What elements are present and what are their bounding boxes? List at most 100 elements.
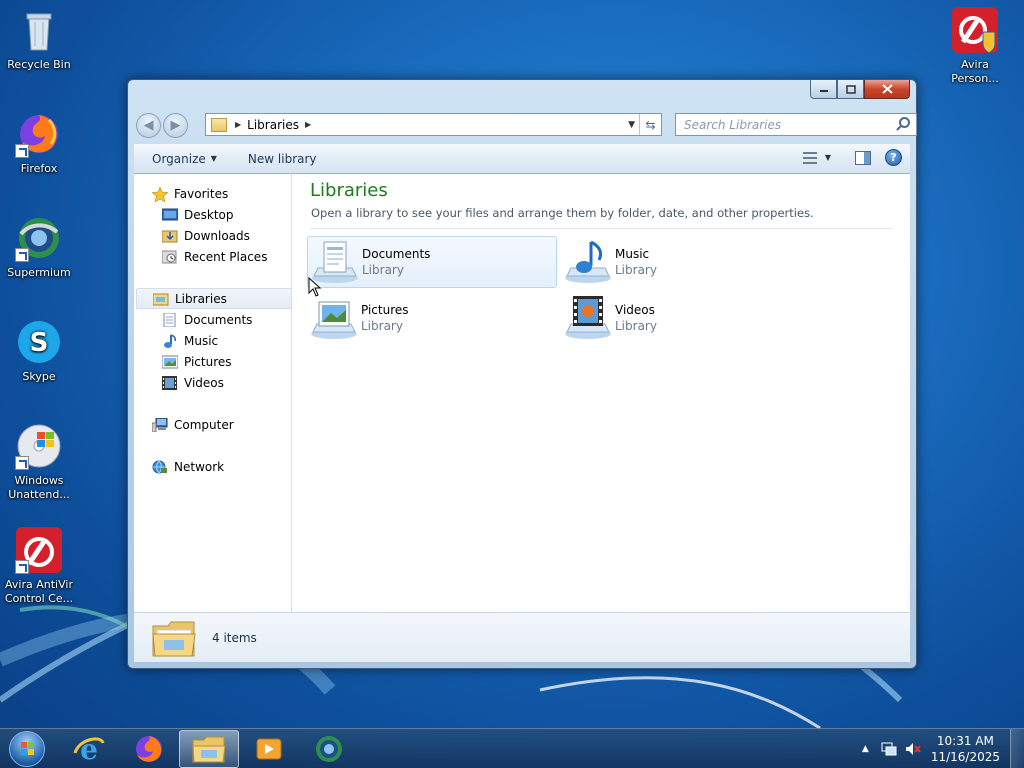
nav-label: Network xyxy=(174,459,225,474)
change-view-button[interactable]: ▼ xyxy=(802,151,831,165)
page-subtitle: Open a library to see your files and arr… xyxy=(311,206,814,220)
desktop-icon-label: Firefox xyxy=(20,162,58,175)
content-pane: Libraries Open a library to see your fil… xyxy=(292,174,910,612)
breadcrumb-arrow-icon[interactable]: ▶ xyxy=(305,120,311,129)
desktop-icon-firefox[interactable]: Firefox xyxy=(1,110,77,176)
search-placeholder: Search Libraries xyxy=(684,117,782,132)
breadcrumb-libraries[interactable]: Libraries xyxy=(247,118,299,132)
library-tile-music[interactable]: Music Library xyxy=(561,236,811,288)
chevron-down-icon: ▼ xyxy=(210,154,217,163)
show-desktop-button[interactable] xyxy=(1010,729,1024,768)
desktop-icon-label: Skype xyxy=(22,370,56,383)
tile-type: Library xyxy=(362,263,404,277)
navigation-pane: Favorites Desktop Downloads Recent Place… xyxy=(134,174,292,612)
documents-icon xyxy=(162,312,178,327)
tile-type: Library xyxy=(615,319,657,333)
nav-label: Computer xyxy=(174,417,234,432)
taskbar-windows-explorer[interactable] xyxy=(179,729,239,768)
desktop-icon-supermium[interactable]: Supermium xyxy=(1,214,77,280)
organize-button[interactable]: Organize ▼ xyxy=(134,152,232,166)
svg-text:S: S xyxy=(30,328,49,358)
videos-icon xyxy=(162,375,178,390)
desktop-icon-label: Avira AntiVir Control Ce... xyxy=(4,578,74,605)
chevron-down-icon: ▼ xyxy=(824,153,831,162)
close-button[interactable] xyxy=(864,80,910,99)
minimize-button[interactable] xyxy=(810,80,837,99)
back-button[interactable]: ◀ xyxy=(136,112,161,138)
refresh-button[interactable]: ⇆ xyxy=(639,114,661,135)
command-bar: Organize ▼ New library ▼ ? xyxy=(134,144,910,174)
library-tile-videos[interactable]: Videos Library xyxy=(561,292,811,344)
maximize-icon xyxy=(845,84,856,94)
tile-type: Library xyxy=(361,319,403,333)
search-icon[interactable] xyxy=(899,117,910,128)
nav-network[interactable]: Network xyxy=(152,456,308,477)
firefox-icon xyxy=(136,735,162,762)
forward-button[interactable]: ▶ xyxy=(163,112,188,138)
organize-label: Organize xyxy=(152,151,206,166)
recent-places-icon xyxy=(161,250,178,264)
network-status-icon[interactable] xyxy=(881,742,897,756)
minimize-icon xyxy=(819,90,828,92)
taskbar-supermium[interactable] xyxy=(299,730,359,768)
explorer-window: ◀ ▶ ▶ Libraries ▶ ▼ ⇆ Search Libraries O… xyxy=(127,79,917,669)
supermium-icon xyxy=(316,735,342,762)
help-icon[interactable]: ? xyxy=(885,149,902,166)
taskbar-firefox[interactable] xyxy=(119,730,179,768)
recycle-bin-icon xyxy=(15,6,63,54)
music-library-icon xyxy=(561,238,615,286)
new-library-button[interactable]: New library xyxy=(232,152,332,166)
show-hidden-icons-icon[interactable]: ▲ xyxy=(862,744,869,754)
nav-computer[interactable]: Computer xyxy=(151,414,308,435)
new-library-label: New library xyxy=(247,151,317,166)
pictures-library-icon xyxy=(307,294,361,342)
clock[interactable]: 10:31 AM 11/16/2025 xyxy=(931,733,1000,765)
windows-disc-icon xyxy=(15,422,63,470)
volume-muted-icon[interactable] xyxy=(905,742,921,756)
desktop-icon-skype[interactable]: S Skype xyxy=(1,318,77,384)
desktop-icon-label: Recycle Bin xyxy=(7,58,71,71)
videos-library-icon xyxy=(561,294,615,342)
media-player-icon xyxy=(256,738,282,759)
desktop-icon-avira-control[interactable]: Avira AntiVir Control Ce... xyxy=(1,526,77,606)
music-icon xyxy=(162,333,178,348)
details-pane: 4 items xyxy=(134,612,910,662)
nav-favorites[interactable]: Favorites xyxy=(151,183,308,204)
address-bar[interactable]: ▶ Libraries ▶ ▼ ⇆ xyxy=(205,113,662,136)
desktop-icon-label: Windows Unattend... xyxy=(8,474,70,501)
nav-label: Documents xyxy=(184,312,253,327)
tile-name: Documents xyxy=(362,247,431,261)
maximize-button[interactable] xyxy=(837,80,864,99)
taskbar-media-player[interactable] xyxy=(239,730,299,768)
windows-logo-icon xyxy=(9,730,45,767)
library-tile-pictures[interactable]: Pictures Library xyxy=(307,292,557,344)
nav-label: Music xyxy=(184,333,219,348)
taskbar-internet-explorer[interactable]: e xyxy=(59,730,119,768)
desktop-icon-windows-unattend[interactable]: Windows Unattend... xyxy=(1,422,77,502)
explorer-body: Favorites Desktop Downloads Recent Place… xyxy=(134,174,910,612)
desktop-icon-avira-personal[interactable]: Avira Person... xyxy=(937,6,1013,86)
clock-date: 11/16/2025 xyxy=(930,750,1000,764)
star-icon xyxy=(151,185,169,203)
back-arrow-icon: ◀ xyxy=(143,117,154,133)
avira-icon xyxy=(951,6,999,54)
skype-icon: S xyxy=(15,318,63,366)
navigation-bar: ◀ ▶ ▶ Libraries ▶ ▼ ⇆ Search Libraries xyxy=(136,110,917,140)
libraries-icon xyxy=(152,292,169,306)
search-box[interactable]: Search Libraries xyxy=(675,113,917,136)
nav-libraries[interactable]: Libraries xyxy=(136,288,292,309)
preview-pane-icon[interactable] xyxy=(855,150,871,165)
view-options-icon xyxy=(802,151,819,165)
clock-time: 10:31 AM xyxy=(936,734,994,748)
nav-label: Pictures xyxy=(184,354,232,369)
desktop-icon-recycle-bin[interactable]: Recycle Bin xyxy=(1,6,77,72)
address-dropdown-icon[interactable]: ▼ xyxy=(628,120,635,130)
nav-label: Downloads xyxy=(184,228,250,243)
network-icon xyxy=(152,460,168,474)
item-count: 4 items xyxy=(212,630,257,645)
desktop-icon-label: Supermium xyxy=(7,266,71,279)
start-button[interactable] xyxy=(5,730,49,768)
breadcrumb-arrow-icon[interactable]: ▶ xyxy=(235,120,241,129)
downloads-folder-icon xyxy=(161,229,178,243)
library-tile-documents[interactable]: Documents Library xyxy=(307,236,557,288)
